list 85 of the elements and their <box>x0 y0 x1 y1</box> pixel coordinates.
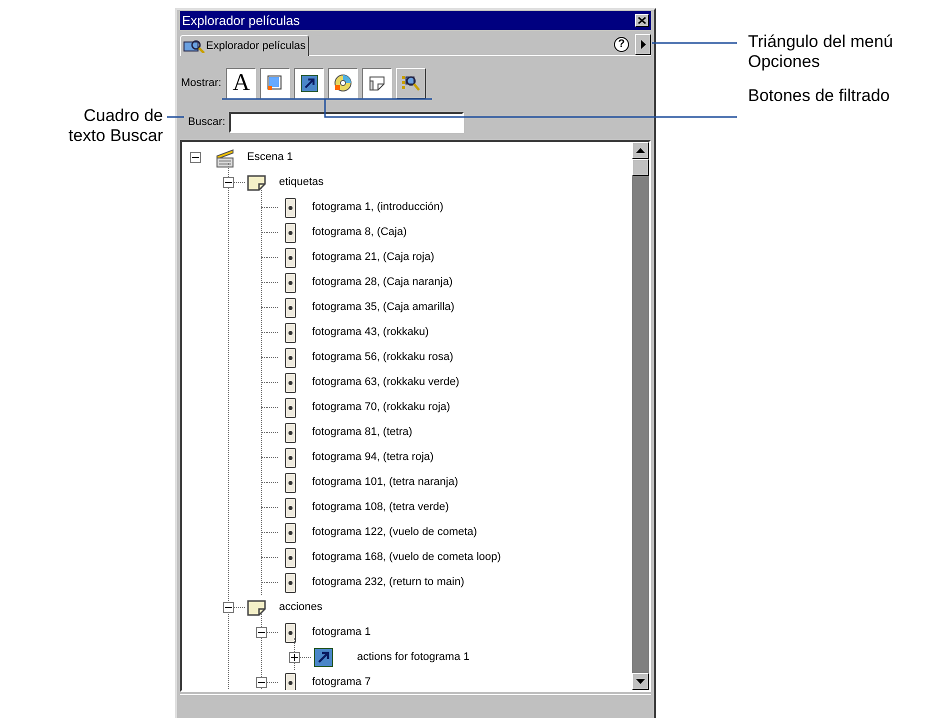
tree-item-label[interactable]: fotograma 168, (vuelo de cometa loop) <box>312 549 501 566</box>
tree-item-label[interactable]: fotograma 63, (rokkaku verde) <box>312 374 460 391</box>
callout-text: Botones de filtrado <box>748 86 891 106</box>
arrow-box-icon <box>300 74 318 92</box>
panel-tab[interactable]: Explorador películas <box>180 35 309 56</box>
frame-icon <box>284 498 296 518</box>
frame-icon <box>284 448 296 468</box>
collapse-toggle[interactable] <box>256 677 267 688</box>
tree-item-label[interactable]: fotograma 70, (rokkaku roja) <box>312 399 450 416</box>
scroll-thumb[interactable] <box>632 159 649 176</box>
filter-label: Mostrar: <box>181 76 222 91</box>
down-arrow-icon <box>636 679 645 684</box>
arrow-box-icon <box>314 648 332 667</box>
triangle-icon <box>640 40 646 49</box>
frame-icon <box>284 572 296 592</box>
note-icon <box>246 598 268 618</box>
note-icon <box>246 172 268 192</box>
callout-text: texto Buscar <box>68 126 163 146</box>
help-icon[interactable]: ? <box>614 37 629 52</box>
collapse-toggle[interactable] <box>223 177 234 188</box>
minus-icon <box>225 179 232 186</box>
page-icon <box>368 75 386 91</box>
filter-toggle[interactable]: A <box>226 68 256 98</box>
tree-item-label[interactable]: acciones <box>279 599 322 616</box>
search-label: Buscar: <box>188 114 226 130</box>
tree-item-label[interactable]: fotograma 101, (tetra naranja) <box>312 474 458 491</box>
expand-toggle[interactable] <box>289 652 300 663</box>
frame-icon <box>284 398 296 418</box>
tree-item-label[interactable]: etiquetas <box>279 174 324 191</box>
filter-toggle[interactable] <box>294 68 324 98</box>
frame-icon <box>284 322 296 342</box>
filter-toggle[interactable] <box>328 68 358 98</box>
filter-toggle[interactable] <box>362 68 392 98</box>
frame-icon <box>284 422 296 442</box>
collapse-toggle[interactable] <box>256 627 267 638</box>
tree-item-label[interactable]: fotograma 122, (vuelo de cometa) <box>312 524 478 541</box>
tree-item-label[interactable]: Escena 1 <box>247 149 293 166</box>
frame-icon <box>284 622 296 642</box>
minus-icon <box>192 154 199 161</box>
frame-icon <box>284 298 296 318</box>
tree-item-label[interactable]: fotograma 232, (return to main) <box>312 574 464 591</box>
plus-icon <box>291 654 298 661</box>
tree-item-label[interactable]: fotograma 1, (introducción) <box>312 199 444 216</box>
tree-item-label[interactable]: fotograma 21, (Caja roja) <box>312 249 434 266</box>
frame-icon <box>284 348 296 368</box>
collapse-toggle[interactable] <box>190 152 201 163</box>
callout-text: Cuadro de <box>84 106 163 126</box>
frame-icon <box>284 472 296 492</box>
collapse-toggle[interactable] <box>223 602 234 613</box>
search-field[interactable] <box>229 112 464 132</box>
frame-icon <box>284 522 296 542</box>
minus-icon <box>258 679 265 686</box>
tree-item-label[interactable]: actions for fotograma 1 <box>357 649 470 666</box>
tree-item-label[interactable]: fotograma 56, (rokkaku rosa) <box>312 349 454 366</box>
callout-text: Opciones <box>748 52 821 72</box>
tree-item-label[interactable]: fotograma 7 <box>312 674 371 690</box>
tree-item-label[interactable]: fotograma 8, (Caja) <box>312 224 407 241</box>
tree-item-label[interactable]: fotograma 94, (tetra roja) <box>312 449 434 466</box>
vertical-scrollbar[interactable] <box>632 142 649 690</box>
button-symbol-icon <box>267 75 284 91</box>
tree-item-label[interactable]: fotograma 81, (tetra) <box>312 424 412 441</box>
leader-line <box>167 116 184 118</box>
minus-icon <box>258 629 265 636</box>
callout-text: Triángulo del menú <box>748 32 894 52</box>
minus-icon <box>225 604 232 611</box>
tree-item-label[interactable]: fotograma 43, (rokkaku) <box>312 324 429 341</box>
window-title: Explorador películas <box>182 12 300 30</box>
tree-item-label[interactable]: fotograma 28, (Caja naranja) <box>312 274 453 291</box>
frame-icon <box>284 222 296 242</box>
options-menu-button[interactable] <box>635 34 651 55</box>
tree-item-label[interactable]: fotograma 108, (tetra verde) <box>312 499 449 516</box>
close-button[interactable] <box>635 14 649 27</box>
frame-icon <box>284 372 296 392</box>
magnifier-list-icon <box>401 74 422 92</box>
up-arrow-icon <box>636 148 645 153</box>
close-icon <box>638 17 646 24</box>
frame-icon <box>284 548 296 568</box>
disc-icon <box>334 74 352 92</box>
filter-toggle[interactable] <box>260 68 290 98</box>
tree-item-label[interactable]: fotograma 35, (Caja amarilla) <box>312 299 454 316</box>
frame-icon <box>284 198 296 218</box>
frame-icon <box>284 272 296 292</box>
frame-icon <box>284 248 296 268</box>
tree-item-label[interactable]: fotograma 1 <box>312 624 371 641</box>
movie-explorer-icon <box>183 39 205 53</box>
